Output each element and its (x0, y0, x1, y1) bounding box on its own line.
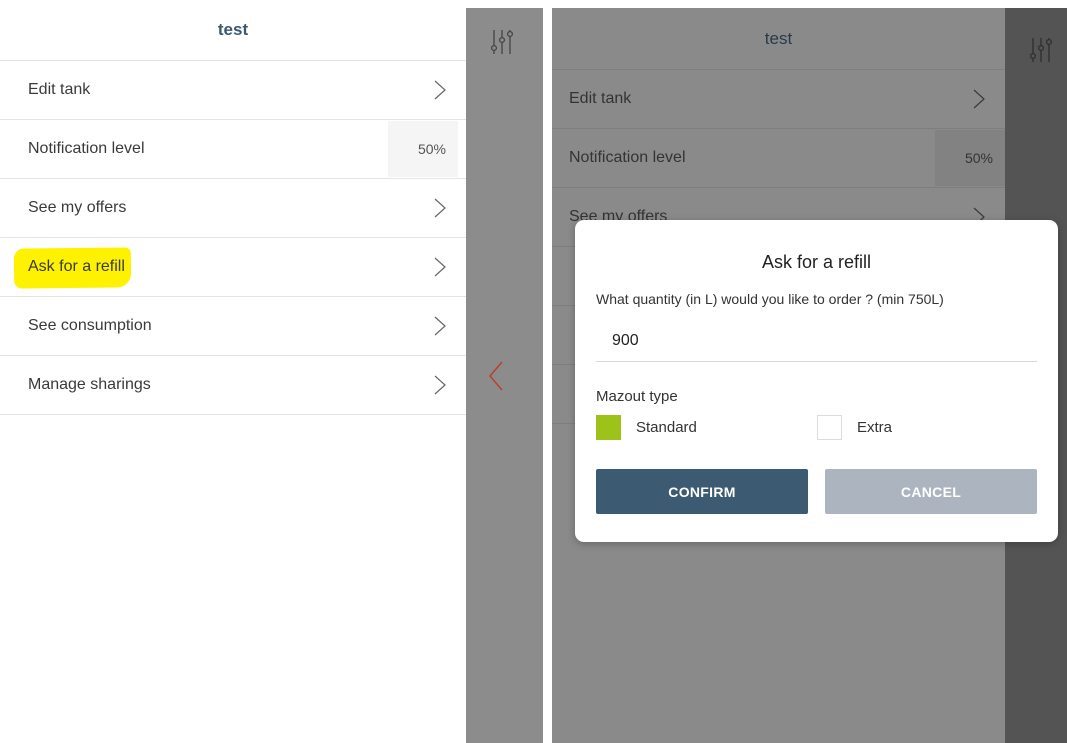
option-standard[interactable]: Standard (596, 415, 697, 440)
screen-header: test (552, 8, 1005, 70)
menu-item-label-highlighted: Ask for a refill (28, 258, 125, 275)
checkbox-extra[interactable] (817, 415, 842, 440)
cancel-button[interactable]: CANCEL (825, 469, 1037, 514)
menu-item-edit-tank[interactable]: Edit tank (0, 61, 466, 120)
menu-item-label: Edit tank (569, 90, 632, 107)
menu-item-label: Notification level (28, 140, 145, 157)
menu-item-edit-tank[interactable]: Edit tank (552, 70, 1005, 129)
quantity-input[interactable] (596, 321, 1037, 362)
chevron-right-icon (434, 316, 446, 336)
dialog-title: Ask for a refill (761, 252, 872, 272)
chevron-right-icon (434, 198, 446, 218)
menu-item-label: Edit tank (28, 81, 91, 98)
menu-item-notification-level[interactable]: Notification level 50% (0, 120, 466, 179)
page-title: test (764, 28, 793, 48)
option-label: Standard (636, 419, 697, 436)
chevron-right-icon (434, 375, 446, 395)
notification-level-value: 50% (388, 121, 458, 177)
option-label: Extra (857, 419, 893, 436)
menu-item-see-consumption[interactable]: See consumption (0, 297, 466, 356)
screen-divider (543, 0, 552, 743)
menu-item-label: Notification level (569, 149, 686, 166)
option-extra[interactable]: Extra (817, 415, 892, 440)
chevron-right-icon (973, 89, 985, 109)
mazout-type-label: Mazout type (596, 388, 678, 405)
menu-item-manage-sharings[interactable]: Manage sharings (0, 356, 466, 415)
sliders-icon (1029, 38, 1053, 62)
chevron-right-icon (434, 257, 446, 277)
confirm-button[interactable]: CONFIRM (596, 469, 808, 514)
refill-dialog: Ask for a refill What quantity (in L) wo… (575, 220, 1058, 542)
side-drawer-strip (466, 8, 543, 743)
chevron-left-icon[interactable] (488, 360, 504, 392)
menu-item-notification-level[interactable]: Notification level 50% (552, 129, 1005, 188)
notification-level-value: 50% (935, 130, 1005, 186)
quantity-question: What quantity (in L) would you like to o… (596, 291, 944, 307)
page-title: test (217, 20, 249, 39)
menu-item-ask-for-refill[interactable]: Ask for a refill (0, 238, 466, 297)
menu-item-label: See consumption (28, 317, 152, 334)
screen-header: test (0, 0, 466, 61)
chevron-right-icon (434, 80, 446, 100)
menu-item-label: Manage sharings (28, 376, 151, 393)
menu-item-label: See my offers (28, 199, 127, 216)
checkbox-standard[interactable] (596, 415, 621, 440)
sliders-icon[interactable] (490, 28, 516, 56)
tank-menu-screen: test Edit tank Notification level 50% Se… (0, 0, 466, 743)
menu-item-see-my-offers[interactable]: See my offers (0, 179, 466, 238)
